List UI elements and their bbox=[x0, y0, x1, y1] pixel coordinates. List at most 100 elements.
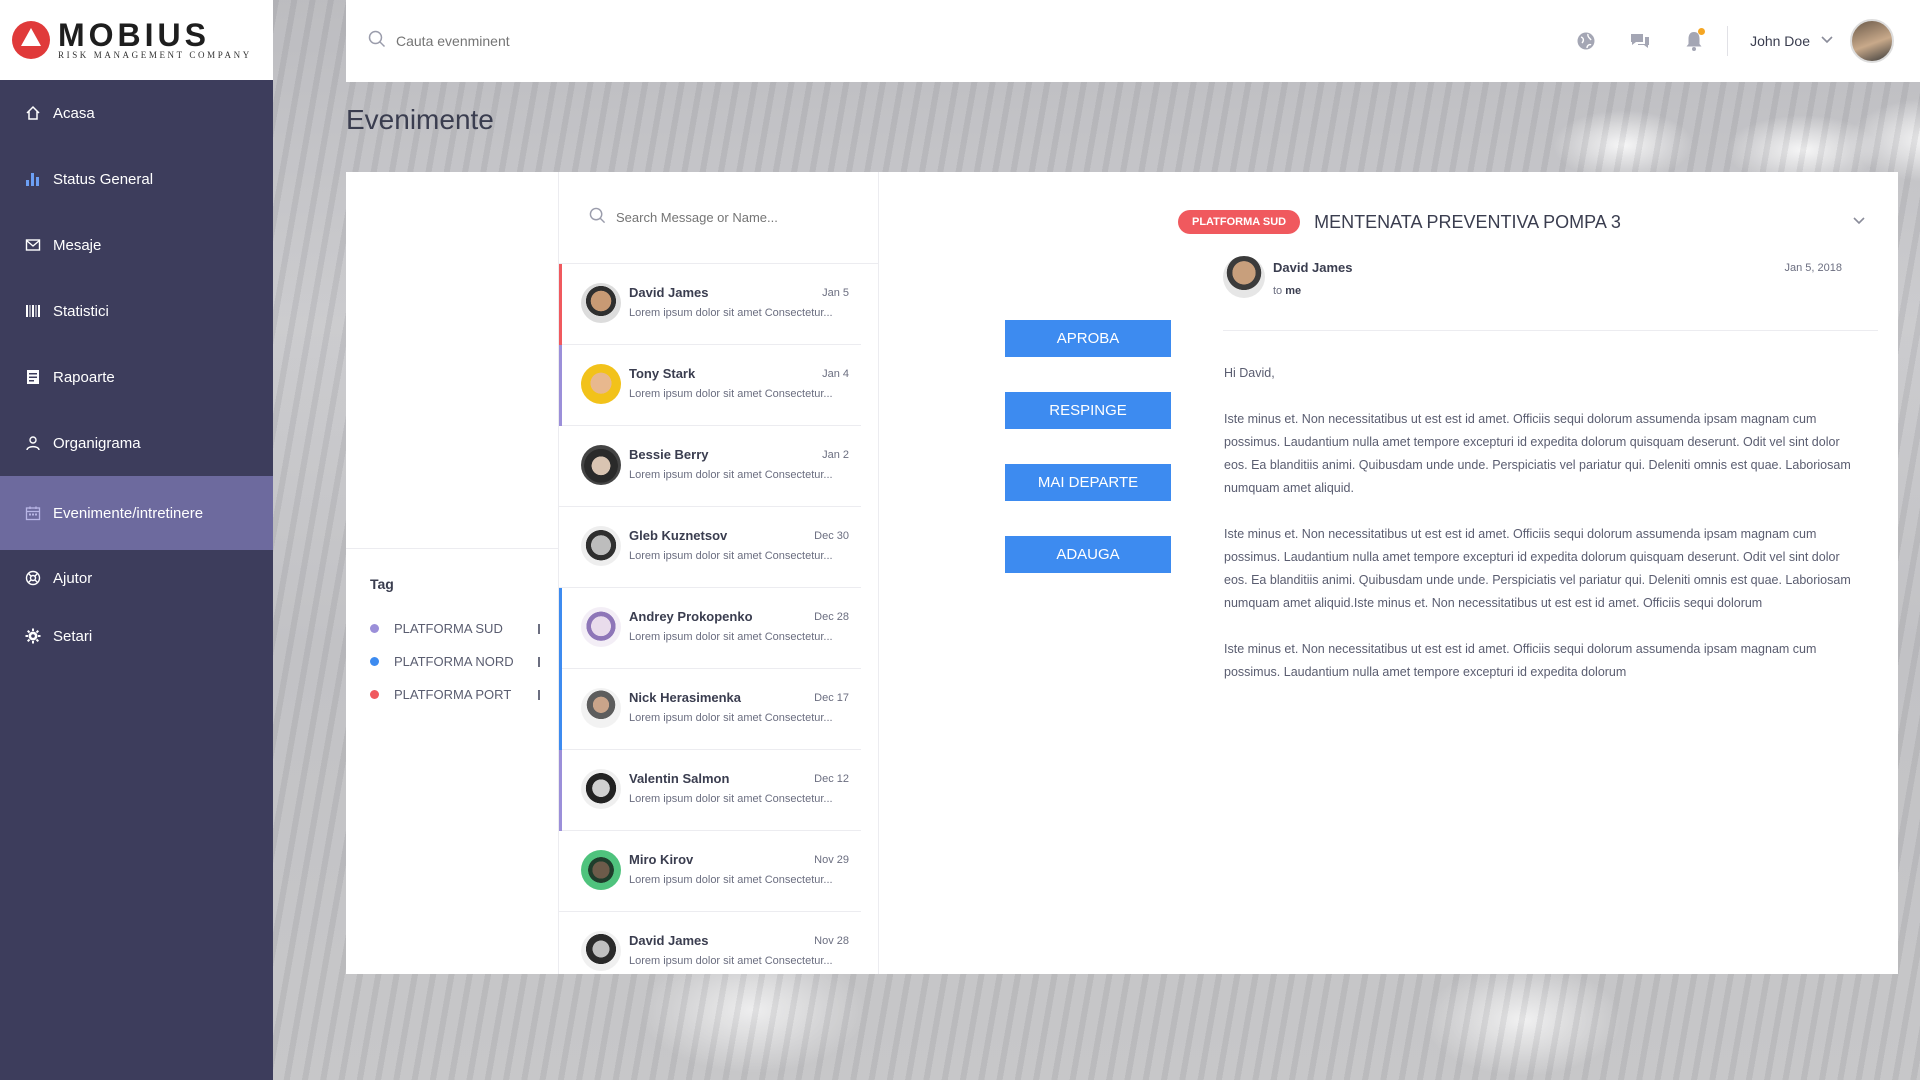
unread-marker bbox=[559, 264, 562, 345]
tag-panel: Tag PLATFORMA SUD PLATFORMA NORD PLATFOR… bbox=[346, 172, 559, 974]
sender-name: Miro Kirov bbox=[629, 852, 694, 867]
sidebar-item-label: Mesaje bbox=[53, 236, 102, 254]
unread-marker bbox=[559, 345, 562, 426]
tag-marker bbox=[538, 689, 540, 700]
sidebar-item-statistici[interactable]: Statistici bbox=[0, 278, 273, 344]
sidebar-item-label: Evenimente/intretinere bbox=[53, 504, 204, 522]
sender-name: David James bbox=[629, 285, 709, 300]
bar-chart-icon bbox=[24, 170, 42, 188]
notification-dot bbox=[1698, 28, 1706, 35]
tag-dot bbox=[370, 690, 379, 699]
sidebar-item-status-general[interactable]: Status General bbox=[0, 146, 273, 212]
sender-name: Andrey Prokopenko bbox=[629, 609, 753, 624]
sidebar-item-label: Rapoarte bbox=[53, 368, 115, 386]
global-search-input[interactable] bbox=[396, 33, 796, 49]
sidebar-item-label: Statistici bbox=[53, 302, 109, 320]
message-preview: Lorem ipsum dolor sit amet Consectetur..… bbox=[629, 469, 833, 481]
list-item[interactable]: David James Jan 5 Lorem ipsum dolor sit a… bbox=[559, 264, 861, 345]
chevron-down-icon[interactable] bbox=[1820, 32, 1834, 50]
bell-icon[interactable] bbox=[1683, 28, 1706, 52]
sidebar-item-acasa[interactable]: Acasa bbox=[0, 80, 273, 146]
sidebar-item-evenimente[interactable]: Evenimente/intretinere bbox=[0, 476, 273, 550]
tag-label: PLATFORMA NORD bbox=[394, 654, 514, 669]
tag-label: PLATFORMA SUD bbox=[394, 621, 503, 636]
message-search-input[interactable] bbox=[616, 210, 836, 225]
sidebar-item-mesaje[interactable]: Mesaje bbox=[0, 212, 273, 278]
avatar bbox=[581, 931, 621, 971]
message-paragraph: Iste minus et. Non necessitatibus ut est… bbox=[1224, 412, 1851, 495]
list-item[interactable]: Andrey Prokopenko Dec 28 Lorem ipsum dolo… bbox=[559, 588, 861, 669]
message-date: Jan 2 bbox=[822, 448, 849, 461]
add-button[interactable]: ADAUGA bbox=[1005, 536, 1171, 573]
avatar bbox=[581, 526, 621, 566]
avatar bbox=[581, 769, 621, 809]
sidebar-item-label: Status General bbox=[53, 170, 154, 188]
sender-name: Bessie Berry bbox=[629, 447, 709, 462]
unread-marker bbox=[559, 750, 562, 831]
message-date: Dec 30 bbox=[814, 529, 849, 542]
avatar bbox=[581, 688, 621, 728]
message-detail: APROBA RESPINGE MAI DEPARTE ADAUGA PLATF… bbox=[879, 172, 1898, 974]
action-buttons: APROBA RESPINGE MAI DEPARTE ADAUGA bbox=[1005, 320, 1171, 608]
message-paragraph: Iste minus et. Non necessitatibus ut est… bbox=[1224, 642, 1817, 679]
message-list-panel: David James Jan 5 Lorem ipsum dolor sit a… bbox=[559, 172, 879, 974]
home-icon bbox=[24, 104, 42, 122]
message-paragraph: Iste minus et. Non necessitatibus ut est… bbox=[1224, 527, 1851, 610]
tag-label: PLATFORMA PORT bbox=[394, 687, 512, 702]
message-preview: Lorem ipsum dolor sit amet Consectetur..… bbox=[629, 388, 833, 400]
sender-name[interactable]: David James bbox=[1273, 260, 1353, 275]
user-avatar[interactable] bbox=[1850, 19, 1894, 63]
avatar bbox=[581, 283, 621, 323]
globe-icon[interactable] bbox=[1575, 30, 1597, 52]
sender-name: Gleb Kuznetsov bbox=[629, 528, 728, 543]
sidebar-item-label: Organigrama bbox=[53, 434, 141, 452]
reject-button[interactable]: RESPINGE bbox=[1005, 392, 1171, 429]
sidebar-item-ajutor[interactable]: Ajutor bbox=[0, 550, 273, 606]
list-item[interactable]: David James Nov 28 Lorem ipsum dolor sit … bbox=[559, 912, 861, 974]
logo[interactable]: MOBIUS RISK MANAGEMENT COMPANY bbox=[0, 0, 273, 80]
message-date: Dec 28 bbox=[814, 610, 849, 623]
recipient-line: to me bbox=[1273, 285, 1353, 297]
message-date: Dec 17 bbox=[814, 691, 849, 704]
sidebar-item-rapoarte[interactable]: Rapoarte bbox=[0, 344, 273, 410]
sidebar-item-label: Setari bbox=[53, 627, 93, 645]
message-greeting: Hi David, bbox=[1224, 366, 1275, 380]
sidebar-item-setari[interactable]: Setari bbox=[0, 606, 273, 666]
message-date: Jan 5, 2018 bbox=[1784, 262, 1843, 274]
list-item[interactable]: Miro Kirov Nov 29 Lorem ipsum dolor sit a… bbox=[559, 831, 861, 912]
sidebar-nav: Acasa Status General Mesaje Statistici R… bbox=[0, 80, 273, 666]
topbar: John Doe bbox=[346, 0, 1920, 82]
message-preview: Lorem ipsum dolor sit amet Consectetur..… bbox=[629, 550, 833, 562]
sender-name: Nick Herasimenka bbox=[629, 690, 742, 705]
message-subject: MENTENATA PREVENTIVA POMPA 3 bbox=[1314, 211, 1621, 232]
forward-button[interactable]: MAI DEPARTE bbox=[1005, 464, 1171, 501]
global-search bbox=[368, 30, 968, 53]
avatar bbox=[581, 850, 621, 890]
tag-platforma-port[interactable]: PLATFORMA PORT bbox=[370, 678, 540, 711]
tag-platforma-sud[interactable]: PLATFORMA SUD bbox=[370, 612, 540, 645]
approve-button[interactable]: APROBA bbox=[1005, 320, 1171, 357]
user-name[interactable]: John Doe bbox=[1750, 33, 1810, 49]
list-item[interactable]: Nick Herasimenka Dec 17 Lorem ipsum dolor… bbox=[559, 669, 861, 750]
tag-marker bbox=[538, 623, 540, 634]
sidebar-item-organigrama[interactable]: Organigrama bbox=[0, 410, 273, 476]
topbar-divider bbox=[1727, 26, 1729, 56]
report-icon bbox=[24, 368, 42, 386]
list-item[interactable]: Tony Stark Jan 4 Lorem ipsum dolor sit am… bbox=[559, 345, 861, 426]
brand-subtitle: RISK MANAGEMENT COMPANY bbox=[58, 50, 252, 60]
sender-avatar[interactable] bbox=[1223, 256, 1265, 298]
tag-dot bbox=[370, 657, 379, 666]
search-icon bbox=[589, 207, 606, 229]
help-icon bbox=[24, 569, 42, 587]
unread-marker bbox=[559, 588, 562, 669]
list-item[interactable]: Gleb Kuznetsov Dec 30 Lorem ipsum dolor s… bbox=[559, 507, 861, 588]
events-card: Tag PLATFORMA SUD PLATFORMA NORD PLATFOR… bbox=[346, 172, 1898, 974]
subject-row: PLATFORMA SUD MENTENATA PREVENTIVA POMPA… bbox=[1178, 210, 1878, 234]
tag-platforma-nord[interactable]: PLATFORMA NORD bbox=[370, 645, 540, 678]
message-preview: Lorem ipsum dolor sit amet Consectetur..… bbox=[629, 955, 833, 967]
list-item[interactable]: Bessie Berry Jan 2 Lorem ipsum dolor sit … bbox=[559, 426, 861, 507]
chat-icon[interactable] bbox=[1629, 30, 1651, 52]
brand-title: MOBIUS bbox=[58, 17, 210, 53]
chevron-down-icon[interactable] bbox=[1852, 213, 1866, 231]
list-item[interactable]: Valentin Salmon Dec 12 Lorem ipsum dolor … bbox=[559, 750, 861, 831]
